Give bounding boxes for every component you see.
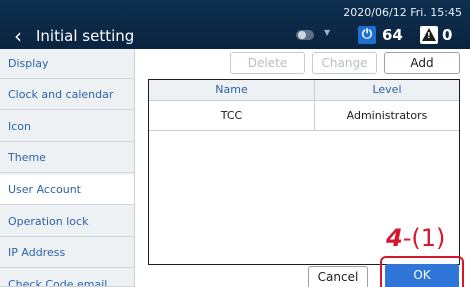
column-header-name: Name bbox=[149, 80, 315, 101]
sidebar-item-icon[interactable]: Icon bbox=[0, 112, 134, 142]
step-suffix: -(1) bbox=[402, 224, 446, 252]
power-count: 64 bbox=[382, 26, 403, 44]
warning-icon: ! bbox=[420, 26, 438, 44]
sidebar-item-theme[interactable]: Theme bbox=[0, 143, 134, 173]
cell-level: Administrators bbox=[346, 109, 428, 122]
column-header-level: Level bbox=[315, 80, 459, 101]
toggle-icon[interactable] bbox=[296, 30, 314, 40]
warning-count: 0 bbox=[442, 26, 453, 44]
power-icon: ⏻ bbox=[358, 26, 376, 44]
chevron-down-icon[interactable]: ▼ bbox=[324, 28, 330, 37]
chevron-left-icon[interactable]: ‹ bbox=[6, 24, 30, 48]
sidebar: Display Clock and calendar Icon Theme Us… bbox=[0, 49, 135, 287]
datetime-display: 2020/06/12 Fri. 15:45 bbox=[343, 6, 462, 19]
delete-button[interactable]: Delete bbox=[230, 52, 305, 74]
page-title: Initial setting bbox=[36, 27, 135, 45]
sidebar-item-check-code-email-address[interactable]: Check Code email address bbox=[0, 270, 134, 287]
title-bar: ‹ Initial setting 2020/06/12 Fri. 15:45 … bbox=[0, 0, 470, 49]
cell-name: TCC bbox=[149, 101, 315, 130]
sidebar-item-user-account[interactable]: User Account bbox=[0, 175, 134, 205]
sidebar-item-display[interactable]: Display bbox=[0, 49, 134, 79]
ok-button[interactable]: OK bbox=[385, 264, 459, 287]
cancel-button[interactable]: Cancel bbox=[308, 266, 368, 287]
sidebar-item-clock-and-calendar[interactable]: Clock and calendar bbox=[0, 80, 134, 110]
change-button[interactable]: Change bbox=[312, 52, 377, 74]
sidebar-item-ip-address[interactable]: IP Address bbox=[0, 238, 134, 268]
table-row[interactable]: TCC Administrators bbox=[149, 101, 459, 131]
step-annotation: 4-(1) bbox=[386, 224, 445, 252]
step-number: 4 bbox=[386, 224, 403, 252]
add-button[interactable]: Add bbox=[384, 52, 460, 74]
sidebar-item-operation-lock[interactable]: Operation lock bbox=[0, 207, 134, 237]
